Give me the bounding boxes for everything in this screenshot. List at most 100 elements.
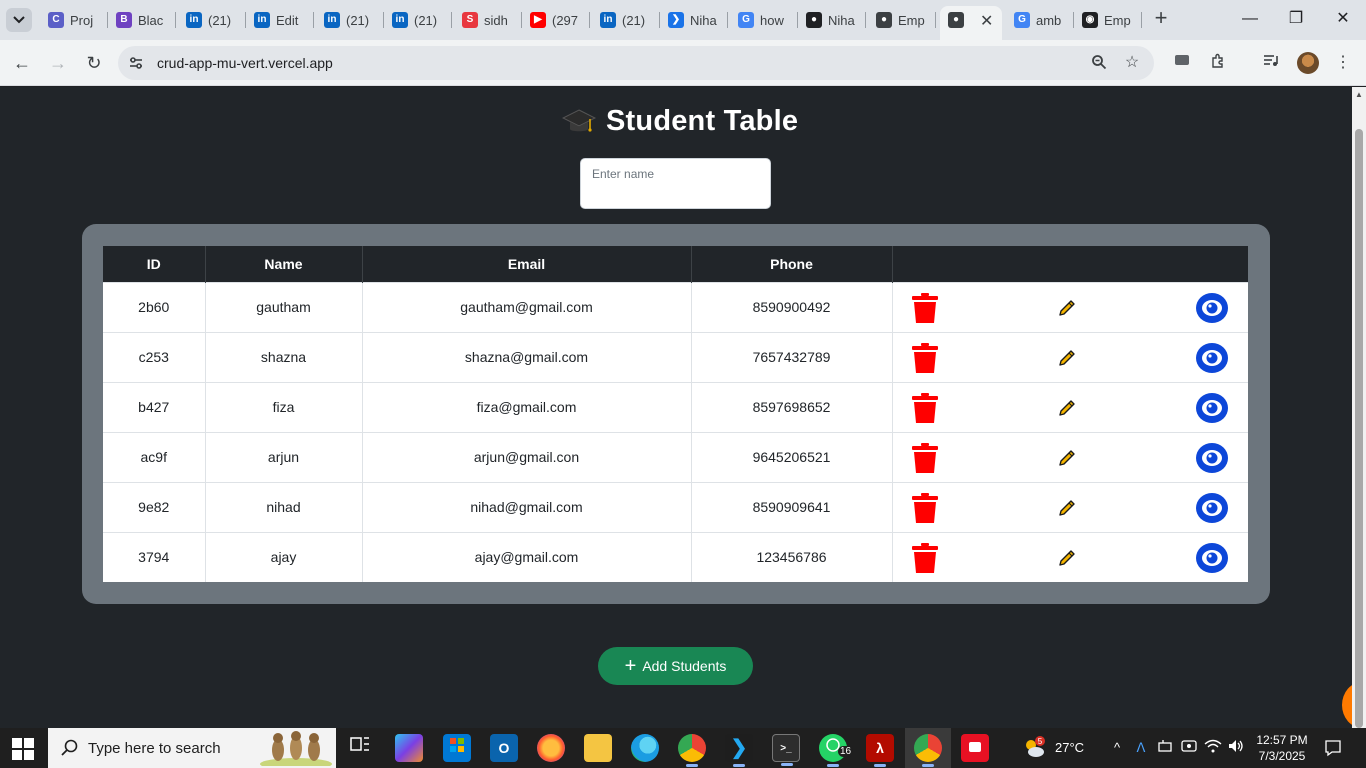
cell-phone: 8597698652 <box>691 381 893 432</box>
view-eye-icon[interactable] <box>1195 542 1229 574</box>
minimize-icon[interactable]: — <box>1238 8 1262 30</box>
notification-center-icon[interactable] <box>1324 739 1342 757</box>
cell-phone: 7657432789 <box>691 331 893 382</box>
network-device-icon[interactable] <box>1156 739 1174 757</box>
name-search-input[interactable]: Enter name <box>580 158 771 209</box>
reload-button[interactable]: ↻ <box>83 52 105 74</box>
vscode-icon[interactable]: ❯ <box>725 734 753 767</box>
clock-date: 7/3/2025 <box>1258 749 1306 763</box>
microsoft-store-icon[interactable] <box>443 734 471 762</box>
add-students-button[interactable]: + Add Students <box>598 647 753 685</box>
cell-id: ac9f <box>103 431 206 482</box>
extensions-puzzle-icon[interactable] <box>1208 53 1228 73</box>
browser-tab[interactable]: ● Emp <box>868 6 936 34</box>
taskbar-search[interactable]: Type here to search <box>48 728 336 768</box>
tab-close-icon[interactable]: ✕ <box>980 11 993 31</box>
site-info-icon[interactable] <box>128 55 144 71</box>
view-eye-icon[interactable] <box>1195 392 1229 424</box>
column-header-name: Name <box>205 246 363 282</box>
zoom-icon[interactable] <box>1090 54 1108 72</box>
page-scrollbar[interactable]: ▲ <box>1352 87 1366 728</box>
volume-icon[interactable] <box>1227 739 1245 757</box>
screen-recorder-icon[interactable] <box>961 734 989 762</box>
forward-button[interactable]: → <box>47 52 69 74</box>
back-button[interactable]: ← <box>11 52 33 74</box>
student-row: 3794 ajay ajay@gmail.com 123456786 <box>103 531 1248 582</box>
file-explorer-icon[interactable] <box>584 734 612 762</box>
browser-tab[interactable]: Ghow <box>730 6 798 34</box>
scrollbar-thumb[interactable] <box>1355 129 1363 728</box>
terminal-icon[interactable]: >_ <box>772 734 800 766</box>
edit-pencil-icon[interactable] <box>1057 348 1077 368</box>
view-eye-icon[interactable] <box>1195 492 1229 524</box>
cell-actions <box>892 281 1248 332</box>
edge-icon[interactable] <box>631 734 659 762</box>
browser-tab[interactable]: ▶ (297 <box>522 6 590 34</box>
cell-name: fiza <box>205 381 363 432</box>
browser-toolbar: ← → ↻ crud-app-mu-vert.vercel.app ☆ ⋮ <box>0 40 1366 86</box>
tab-title: Blac <box>138 13 164 28</box>
windows-start-icon[interactable] <box>12 738 34 760</box>
chevron-down-icon <box>13 16 25 24</box>
view-eye-icon[interactable] <box>1195 292 1229 324</box>
delete-trash-icon[interactable] <box>911 342 938 373</box>
bluetooth-icon[interactable]: ᐱ <box>1132 739 1150 757</box>
acrobat-icon[interactable]: λ <box>866 734 894 767</box>
meet-now-icon[interactable] <box>1180 739 1198 757</box>
floating-widget[interactable] <box>1342 682 1352 728</box>
browser-tab[interactable]: Ssidh <box>454 6 522 34</box>
taskbar-clock[interactable]: 12:57 PM 7/3/2025 <box>1252 732 1312 764</box>
view-eye-icon[interactable] <box>1195 342 1229 374</box>
delete-trash-icon[interactable] <box>911 542 938 573</box>
browser-tab[interactable]: C Proj <box>40 6 108 34</box>
profile-avatar[interactable] <box>1297 52 1319 74</box>
scroll-up-arrow-icon[interactable]: ▲ <box>1355 90 1363 99</box>
show-hidden-icons-icon[interactable]: ^ <box>1108 739 1126 757</box>
tab-title: Proj <box>70 13 94 28</box>
more-menu-icon[interactable]: ⋮ <box>1333 53 1353 73</box>
browser-tab[interactable]: ◉ Emp <box>1074 6 1142 34</box>
chrome-icon[interactable] <box>678 734 706 767</box>
browser-tab[interactable]: in (21) <box>316 6 384 34</box>
delete-trash-icon[interactable] <box>911 292 938 323</box>
delete-trash-icon[interactable] <box>911 442 938 473</box>
search-highlight-illustration <box>260 731 332 766</box>
browser-tab[interactable]: in (21) <box>384 6 452 34</box>
firefox-icon[interactable] <box>537 734 565 762</box>
browser-tab[interactable]: Gamb <box>1006 6 1074 34</box>
restore-icon[interactable]: ❐ <box>1284 8 1308 30</box>
cell-actions <box>892 481 1248 532</box>
temperature-text: 27°C <box>1055 740 1085 755</box>
delete-trash-icon[interactable] <box>911 492 938 523</box>
tab-search-button[interactable] <box>6 8 32 32</box>
edit-pencil-icon[interactable] <box>1057 448 1077 468</box>
edit-pencil-icon[interactable] <box>1057 498 1077 518</box>
edit-pencil-icon[interactable] <box>1057 398 1077 418</box>
cell-name: shazna <box>205 331 363 382</box>
window-close-icon[interactable]: ✕ <box>1331 8 1355 30</box>
tab-strip: C Proj B Blac in (21) in Edit in (21) in (21) Ssidh ▶… <box>0 0 1366 40</box>
browser-tab[interactable]: in (21) <box>178 6 246 34</box>
task-view-icon[interactable] <box>346 734 374 762</box>
delete-trash-icon[interactable] <box>911 392 938 423</box>
wifi-icon[interactable] <box>1204 739 1222 757</box>
browser-tab[interactable]: ● Niha <box>798 6 866 34</box>
browser-tab[interactable]: in (21) <box>592 6 660 34</box>
tab-title: Niha <box>828 13 855 28</box>
browser-tab[interactable]: ❯ Niha <box>660 6 728 34</box>
view-eye-icon[interactable] <box>1195 442 1229 474</box>
media-control-icon[interactable] <box>1261 53 1281 73</box>
browser-tab[interactable]: ● ✕ <box>940 6 1002 40</box>
weather-icon[interactable]: 5 <box>1022 736 1046 760</box>
new-tab-button[interactable]: + <box>1150 7 1172 30</box>
extension-icon[interactable] <box>1172 53 1192 73</box>
edit-pencil-icon[interactable] <box>1057 298 1077 318</box>
browser-tab[interactable]: B Blac <box>108 6 176 34</box>
bookmark-star-icon[interactable]: ☆ <box>1123 54 1141 72</box>
chrome-profile-icon[interactable] <box>914 734 942 767</box>
address-bar[interactable]: crud-app-mu-vert.vercel.app ☆ <box>118 46 1154 80</box>
edit-pencil-icon[interactable] <box>1057 548 1077 568</box>
outlook-icon[interactable]: O <box>490 734 518 762</box>
copilot-taskbar-icon[interactable] <box>395 734 423 762</box>
browser-tab[interactable]: in Edit <box>246 6 314 34</box>
